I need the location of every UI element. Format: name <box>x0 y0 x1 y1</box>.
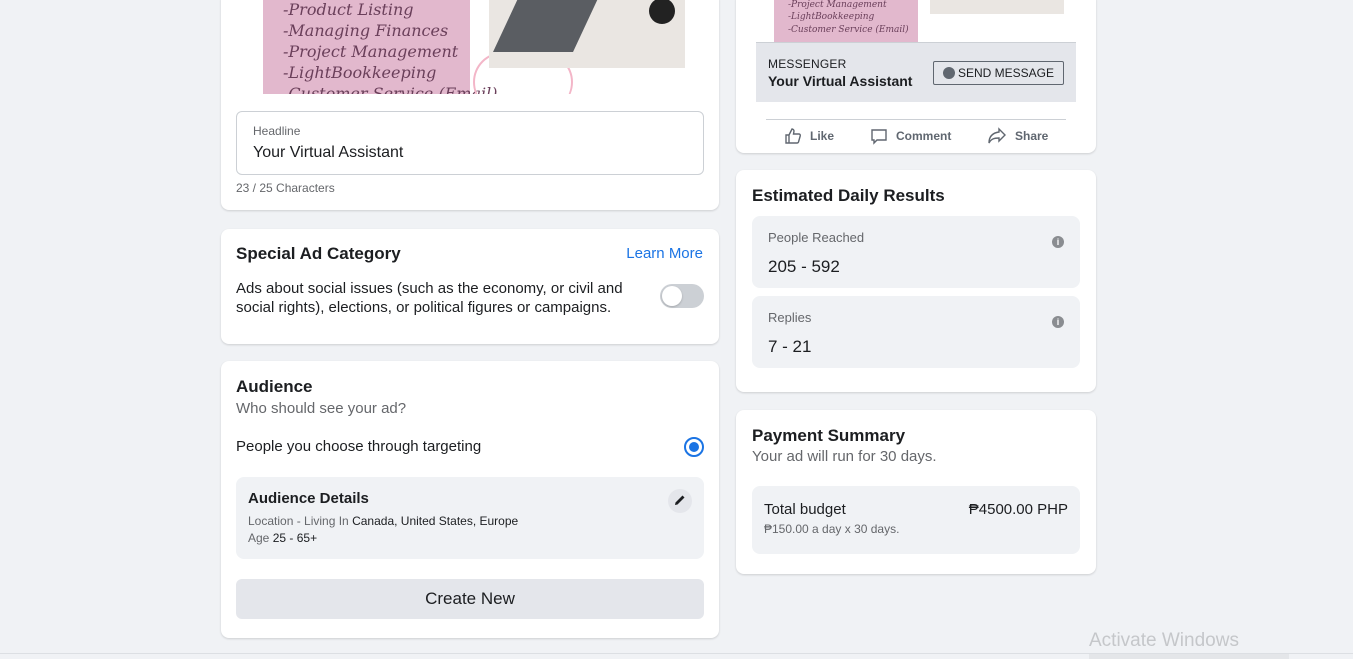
service-line: -Customer Service (Email) <box>283 84 498 94</box>
like-action[interactable]: Like <box>784 127 834 145</box>
comment-action[interactable]: Comment <box>870 127 951 145</box>
payment-title: Payment Summary <box>752 426 906 445</box>
page-name: Your Virtual Assistant <box>768 73 913 89</box>
stat-label: Replies <box>768 310 812 325</box>
audience-details-title: Audience Details <box>248 490 369 507</box>
ad-creative-card: -Product Listing -Managing Finances -Pro… <box>221 0 719 210</box>
budget-detail: ₱150.00 a day x 30 days. <box>764 522 900 536</box>
service-line: -Product Listing <box>283 0 414 19</box>
toggle-knob <box>662 286 682 306</box>
special-ad-category-card: Special Ad Category Learn More Ads about… <box>221 229 719 344</box>
preview-services-graphic: -Project Management -LightBookkeeping -C… <box>774 0 918 42</box>
age-value: 25 - 65+ <box>272 531 318 545</box>
audience-title: Audience <box>236 377 313 396</box>
location-label: Location - Living In <box>248 514 349 528</box>
payment-summary-card: Payment Summary Your ad will run for 30 … <box>736 410 1096 574</box>
comment-icon <box>871 129 887 145</box>
edit-audience-button[interactable] <box>668 489 692 513</box>
headline-label: Headline <box>253 124 301 138</box>
budget-box: Total budget ₱4500.00 PHP ₱150.00 a day … <box>752 486 1080 554</box>
watermark-subtext <box>1089 654 1289 659</box>
share-action[interactable]: Share <box>987 127 1048 145</box>
payment-subtitle: Your ad will run for 30 days. <box>752 448 937 465</box>
divider <box>766 119 1066 120</box>
services-graphic: -Product Listing -Managing Finances -Pro… <box>263 0 497 94</box>
laptop-photo <box>489 0 685 68</box>
info-icon[interactable]: i <box>1052 316 1064 328</box>
special-ad-description: Ads about social issues (such as the eco… <box>236 280 623 316</box>
stat-value: 7 - 21 <box>768 337 812 356</box>
like-label: Like <box>810 129 835 143</box>
messenger-icon <box>942 67 955 79</box>
info-icon[interactable]: i <box>1052 236 1064 248</box>
people-reached-box: People Reached i 205 - 592 <box>752 216 1080 288</box>
share-label: Share <box>1015 129 1049 143</box>
special-ad-toggle[interactable] <box>660 284 704 308</box>
send-message-button[interactable]: SEND MESSAGE <box>933 61 1064 85</box>
messenger-label: MESSENGER <box>768 57 847 71</box>
estimated-title: Estimated Daily Results <box>752 186 945 205</box>
audience-subtitle: Who should see your ad? <box>236 400 407 417</box>
service-line: -Project Management <box>283 42 459 61</box>
learn-more-link[interactable]: Learn More <box>626 245 703 262</box>
audience-card: Audience Who should see your ad? People … <box>221 361 719 638</box>
activate-windows-watermark: Activate Windows <box>1089 630 1239 651</box>
preview-image: -Project Management -LightBookkeeping -C… <box>774 0 1064 42</box>
thumbs-up-icon <box>785 128 801 144</box>
audience-age: Age 25 - 65+ <box>248 531 317 545</box>
special-ad-title: Special Ad Category <box>236 244 401 263</box>
share-icon <box>988 127 1006 144</box>
comment-label: Comment <box>896 129 952 143</box>
headline-input[interactable]: Your Virtual Assistant <box>253 144 403 162</box>
targeting-option-label: People you choose through targeting <box>236 438 482 455</box>
page: -Product Listing -Managing Finances -Pro… <box>0 0 1353 659</box>
messenger-bar: MESSENGER Your Virtual Assistant SEND ME… <box>756 42 1076 102</box>
budget-label: Total budget <box>764 501 846 518</box>
stat-label: People Reached <box>768 230 865 245</box>
stat-value: 205 - 592 <box>768 257 840 276</box>
ad-preview-card: -Project Management -LightBookkeeping -C… <box>736 0 1096 153</box>
preview-laptop-photo <box>930 0 1064 14</box>
preview-service-line: -Project Management <box>788 0 887 10</box>
audience-location: Location - Living In Canada, United Stat… <box>248 514 518 528</box>
service-line: -LightBookkeeping <box>283 63 437 82</box>
pencil-icon <box>675 495 685 505</box>
location-value: Canada, United States, Europe <box>352 514 519 528</box>
estimated-results-card: Estimated Daily Results People Reached i… <box>736 170 1096 392</box>
character-count: 23 / 25 Characters <box>236 181 335 195</box>
create-new-button[interactable]: Create New <box>236 579 704 619</box>
age-label: Age <box>248 531 270 545</box>
targeting-radio[interactable] <box>684 437 704 457</box>
ad-creative-image: -Product Listing -Managing Finances -Pro… <box>263 0 685 94</box>
service-line: -Managing Finances <box>283 21 449 40</box>
preview-service-line: -LightBookkeeping <box>788 12 875 22</box>
audience-details: Audience Details Location - Living In Ca… <box>236 477 704 559</box>
budget-amount: ₱4500.00 PHP <box>968 501 1068 518</box>
replies-box: Replies i 7 - 21 <box>752 296 1080 368</box>
preview-service-line: -Customer Service (Email) <box>788 25 909 35</box>
send-message-label: SEND MESSAGE <box>957 66 1055 80</box>
headline-field[interactable]: Headline Your Virtual Assistant <box>236 111 704 175</box>
